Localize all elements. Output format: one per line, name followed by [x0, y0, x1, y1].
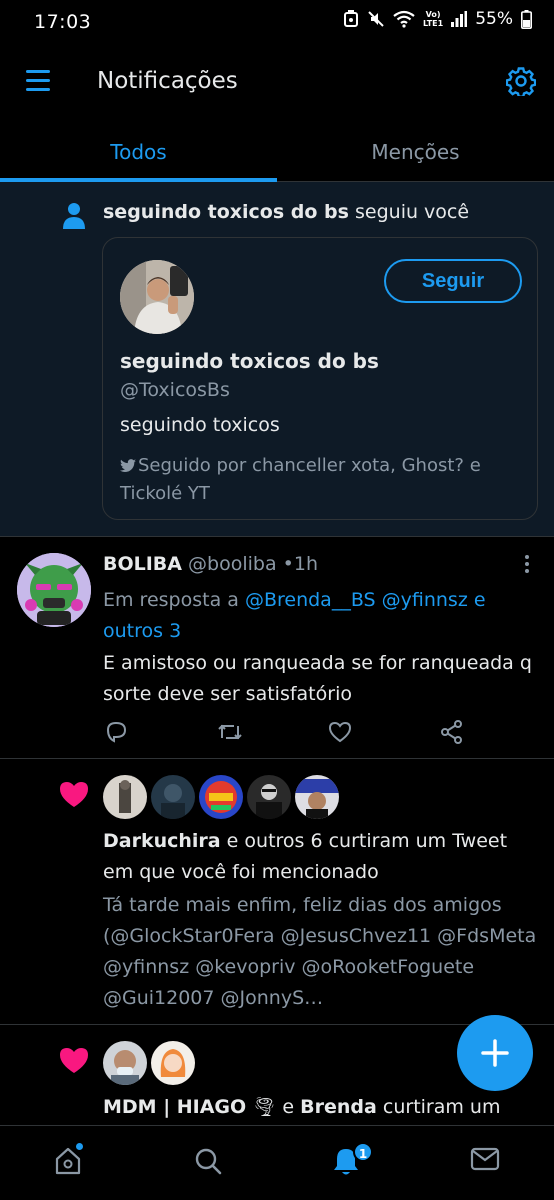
share-icon[interactable] — [439, 719, 465, 745]
reply-others-link[interactable]: outros 3 — [103, 620, 181, 642]
heart-icon — [60, 1048, 88, 1073]
status-icons: Vo) LTE1 55% — [343, 9, 532, 29]
tweet-actions — [103, 719, 543, 747]
tab-todos[interactable]: Todos — [0, 124, 277, 182]
home-new-content-dot — [76, 1143, 83, 1150]
tweet-author-avatar-image — [17, 553, 91, 627]
liked-tweet-preview: Tá tarde mais enfim, feliz dias dos amig… — [103, 894, 537, 1009]
status-time: 17:03 — [34, 11, 92, 33]
more-dot-icon — [525, 555, 529, 559]
tweet-time: 1h — [293, 553, 319, 575]
notification-badge: 1 — [353, 1142, 373, 1162]
search-icon[interactable] — [193, 1146, 223, 1176]
hamburger-menu-button[interactable] — [26, 70, 50, 92]
twitter-bird-icon — [120, 459, 136, 472]
tweet-reply[interactable]: BOLIBA @booliba •1h Em resposta a @Brend… — [0, 537, 554, 759]
conjunction: e — [282, 1096, 295, 1118]
network-label-bottom: LTE1 — [422, 19, 444, 28]
tweet-header: BOLIBA @booliba •1h — [103, 553, 318, 575]
network-label: Vo) LTE1 — [423, 10, 443, 28]
liker-avatar[interactable] — [295, 775, 339, 819]
app-header: Notificações — [0, 44, 554, 124]
messages-envelope-icon[interactable] — [470, 1146, 500, 1172]
tweet-text: E amistoso ou ranqueada se for ranqueada… — [103, 652, 532, 705]
card-user-bio: seguindo toxicos — [120, 414, 280, 436]
follow-notification-text: seguindo toxicos do bs seguiu você — [103, 201, 469, 223]
bottom-navigation: 1 — [0, 1125, 554, 1200]
liker-avatars — [103, 1041, 195, 1085]
page-title: Notificações — [97, 68, 238, 94]
hamburger-icon-line — [26, 79, 50, 82]
mention-link[interactable]: @Brenda__BS — [245, 589, 376, 611]
liker-avatar[interactable] — [151, 775, 195, 819]
liker-avatars — [103, 775, 339, 819]
network-label-top: Vo) — [425, 10, 441, 19]
tweet-author-name[interactable]: BOLIBA — [103, 553, 182, 575]
like-notification-text: Darkuchira e outros 6 curtiram um Tweet … — [103, 826, 543, 888]
tornado-emoji: 🌪 — [252, 1096, 277, 1118]
tweet-separator: • — [282, 553, 294, 575]
person-icon — [63, 203, 85, 229]
follow-action: seguiu você — [355, 201, 470, 223]
more-dot-icon — [525, 562, 529, 566]
tab-mencoes[interactable]: Menções — [277, 124, 554, 182]
compose-tweet-button[interactable] — [457, 1015, 533, 1091]
notifications-feed[interactable]: seguindo toxicos do bs seguiu você Segui… — [0, 182, 554, 1125]
home-icon[interactable] — [54, 1146, 82, 1176]
like-notification-text: MDM | HIAGO 🌪 e Brenda curtiram um — [103, 1092, 543, 1123]
liker-name[interactable]: Brenda — [300, 1096, 377, 1118]
followed-by: Seguido por chanceller xota, Ghost? e Ti… — [120, 452, 530, 508]
like-icon[interactable] — [327, 719, 353, 745]
like-notification[interactable]: Darkuchira e outros 6 curtiram um Tweet … — [0, 759, 554, 1025]
user-avatar[interactable] — [120, 260, 194, 334]
liker-avatar[interactable] — [103, 775, 147, 819]
card-user-name[interactable]: seguindo toxicos do bs — [120, 349, 379, 373]
settings-gear-icon[interactable] — [506, 66, 536, 96]
heart-icon — [60, 782, 88, 807]
user-card[interactable]: Seguir seguindo toxicos do bs @ToxicosBs… — [102, 237, 538, 520]
mute-icon — [368, 11, 384, 27]
battery-percent: 55% — [475, 9, 513, 29]
retweet-icon[interactable] — [216, 719, 244, 745]
hamburger-icon-line — [26, 88, 50, 91]
liker-name[interactable]: MDM | HIAGO — [103, 1096, 246, 1118]
mention-link[interactable]: @yfinnsz — [382, 589, 468, 611]
mention-and[interactable]: e — [474, 589, 486, 611]
tweet-author-handle: @booliba — [188, 553, 277, 575]
more-dot-icon — [525, 569, 529, 573]
notification-tabs: Todos Menções — [0, 124, 554, 182]
liker-avatar[interactable] — [247, 775, 291, 819]
follow-notification[interactable]: seguindo toxicos do bs seguiu você Segui… — [0, 182, 554, 537]
wifi-icon — [393, 10, 415, 28]
hamburger-icon — [26, 70, 50, 73]
follower-name[interactable]: seguindo toxicos do bs — [103, 201, 349, 223]
reply-icon[interactable] — [103, 719, 129, 745]
liker-avatar[interactable] — [199, 775, 243, 819]
liker-name[interactable]: Darkuchira — [103, 830, 221, 852]
followed-by-text: Seguido por chanceller xota, Ghost? e Ti… — [120, 455, 481, 504]
liker-avatar[interactable] — [103, 1041, 147, 1085]
card-user-handle: @ToxicosBs — [120, 379, 230, 401]
plus-icon — [481, 1039, 509, 1067]
like-description: curtiram um — [382, 1096, 501, 1118]
status-bar: 17:03 Vo) LTE1 55% — [0, 0, 554, 44]
tweet-more-options-button[interactable] — [522, 555, 532, 575]
tweet-author-avatar[interactable] — [17, 553, 91, 627]
signal-icon — [451, 11, 468, 27]
liker-avatar[interactable] — [151, 1041, 195, 1085]
user-avatar-image — [120, 260, 194, 334]
battery-icon — [521, 9, 532, 29]
follow-button[interactable]: Seguir — [384, 259, 522, 303]
reply-prefix: Em resposta a — [103, 589, 239, 611]
alarm-icon — [343, 10, 358, 27]
reply-to-line: Em resposta a @Brenda__BS @yfinnsz e out… — [103, 585, 533, 647]
